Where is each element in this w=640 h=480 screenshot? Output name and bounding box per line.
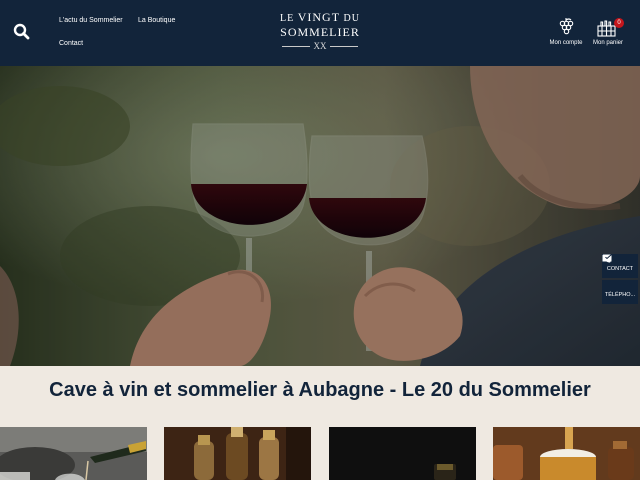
logo-line-1: LE VINGT DU: [270, 11, 370, 25]
phone-icon: [602, 254, 638, 292]
nav-actu-sommelier[interactable]: L'actu du Sommelier: [59, 17, 123, 24]
side-contact-tabs: CONTACT TÉLÉPHO...: [602, 254, 638, 306]
grape-icon: [548, 17, 584, 39]
account-label: Mon compte: [549, 40, 583, 46]
cart-button[interactable]: 0 Mon panier: [590, 17, 626, 46]
nav-boutique[interactable]: La Boutique: [138, 17, 175, 24]
card-image-wine-pour: [0, 427, 147, 480]
cart-count-badge: 0: [614, 18, 624, 28]
card-image-dark-bottle: [329, 427, 476, 480]
side-tab-phone[interactable]: TÉLÉPHO...: [602, 254, 638, 304]
logo-vingt: VINGT: [297, 10, 341, 24]
category-card-pouring-wine[interactable]: [0, 427, 147, 480]
account-button[interactable]: Mon compte: [548, 17, 584, 46]
site-logo[interactable]: LE VINGT DU SOMMELIER XX: [270, 11, 370, 55]
logo-divider-right: [330, 46, 358, 47]
cart-label: Mon panier: [592, 40, 624, 46]
site-header: L'actu du Sommelier La Boutique Contact …: [0, 0, 640, 66]
logo-le: LE: [280, 13, 295, 24]
hero-image-wine-toast: [0, 66, 640, 366]
category-card-champagne[interactable]: [164, 427, 311, 480]
card-image-beer-pour: [493, 427, 640, 480]
side-tab-phone-label: TÉLÉPHO...: [604, 292, 636, 298]
side-tab-contact-label: CONTACT: [606, 266, 634, 272]
logo-du: DU: [343, 13, 360, 24]
card-image-champagne-bottles: [164, 427, 311, 480]
nav-contact[interactable]: Contact: [59, 40, 83, 47]
search-icon[interactable]: [12, 22, 32, 42]
page-title: Cave à vin et sommelier à Aubagne - Le 2…: [49, 379, 591, 401]
category-card-spirits[interactable]: [329, 427, 476, 480]
logo-sommelier: SOMMELIER: [280, 25, 360, 39]
wine-crate-icon: 0: [590, 17, 626, 39]
hero-banner: CONTACT TÉLÉPHO...: [0, 66, 640, 366]
category-card-beer[interactable]: [493, 427, 640, 480]
